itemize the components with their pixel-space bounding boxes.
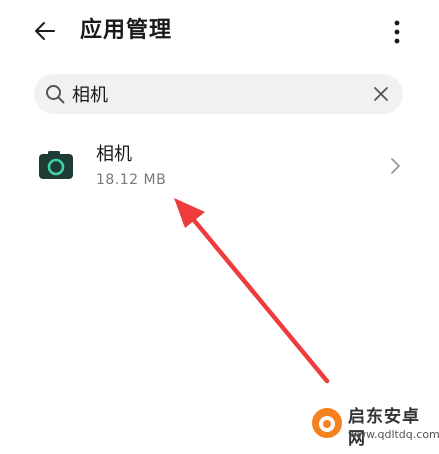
app-size: 18.12 MB <box>96 172 167 188</box>
app-name: 相机 <box>96 144 132 165</box>
more-vertical-icon <box>394 20 400 44</box>
watermark-logo-icon <box>312 408 342 438</box>
app-bar: 应用管理 <box>0 0 439 64</box>
close-icon <box>374 87 388 101</box>
clear-search-button[interactable] <box>370 83 392 105</box>
chevron-right-icon <box>391 158 400 174</box>
search-bar[interactable] <box>34 74 403 114</box>
search-icon <box>46 85 65 104</box>
arrow-left-icon <box>35 22 55 40</box>
more-options-button[interactable] <box>382 14 412 50</box>
page-title: 应用管理 <box>80 18 173 43</box>
back-button[interactable] <box>28 14 62 48</box>
annotation-arrow <box>174 198 330 384</box>
search-input[interactable] <box>72 79 362 109</box>
app-list-item-camera[interactable]: 相机 18.12 MB <box>0 134 439 200</box>
camera-icon <box>39 151 73 179</box>
watermark: 启东安卓网 www.qdltdq.com <box>300 392 439 452</box>
watermark-url: www.qdltdq.com <box>348 428 439 441</box>
